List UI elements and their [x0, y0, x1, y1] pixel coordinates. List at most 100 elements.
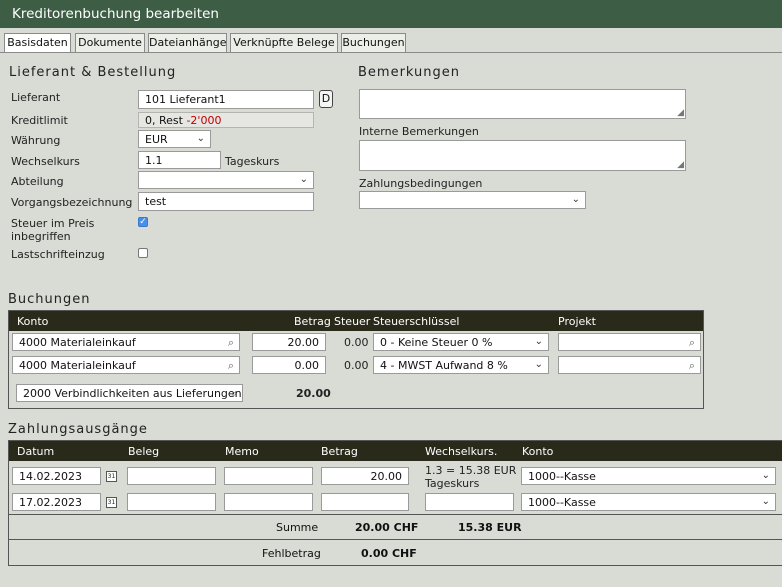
chevron-down-icon: ⌄ — [534, 359, 543, 370]
zahlung-konto-value: 1000--Kasse — [528, 496, 596, 509]
buchung-schluessel-value: 4 - MWST Aufwand 8 % — [380, 359, 508, 372]
intern-label: Interne Bemerkungen — [359, 125, 479, 138]
search-icon[interactable]: ⌕ — [689, 336, 695, 350]
waehrung-label: Währung — [11, 134, 61, 147]
zahlung-memo-input[interactable] — [224, 467, 313, 485]
chevron-down-icon: ⌄ — [299, 174, 308, 185]
section-title-lieferant: Lieferant & Bestellung — [9, 65, 177, 80]
resize-grip-icon[interactable]: ◢ — [677, 160, 684, 170]
abteilung-select[interactable]: ⌄ — [138, 171, 314, 189]
summe-eur: 15.38 EUR — [458, 521, 522, 534]
zahlung-betrag-input[interactable]: 20.00 — [321, 467, 409, 485]
search-icon[interactable]: ⌕ — [231, 387, 237, 401]
fehlbetrag-chf: 0.00 CHF — [361, 547, 417, 560]
kreditlimit-rest: -2'000 — [186, 114, 222, 127]
tab-verknuepfte-belege[interactable]: Verknüpfte Belege — [230, 33, 338, 52]
zahlungen-header: Datum Beleg Memo Betrag Wechselkurs. Kon… — [9, 441, 782, 461]
col-betrag: Betrag — [321, 445, 358, 458]
buchungen-total: 20.00 — [296, 387, 331, 400]
wechselkurs-label: Wechselkurs — [11, 155, 80, 168]
zahlung-konto-select[interactable]: 1000--Kasse ⌄ — [521, 467, 776, 485]
calendar-icon[interactable]: 31 — [106, 497, 117, 508]
waehrung-value: EUR — [145, 133, 168, 146]
zahlung-memo-input[interactable] — [224, 493, 313, 511]
buchung-betrag-input[interactable]: 20.00 — [252, 333, 326, 351]
buchung-projekt-input[interactable]: ⌕ — [558, 356, 701, 374]
buchung-schluessel-value: 0 - Keine Steuer 0 % — [380, 336, 493, 349]
resize-grip-icon[interactable]: ◢ — [677, 108, 684, 118]
section-title-bemerkungen: Bemerkungen — [358, 65, 461, 80]
buchung-steuerschluessel-select[interactable]: 0 - Keine Steuer 0 % ⌄ — [373, 333, 549, 351]
tab-divider — [0, 52, 782, 53]
buchung-konto-value: 4000 Materialeinkauf — [19, 359, 136, 372]
zahlungsbedingungen-select[interactable]: ⌄ — [359, 191, 586, 209]
section-title-zahlungen: Zahlungsausgänge — [8, 422, 148, 437]
buchung-konto-input[interactable]: 4000 Materialeinkauf ⌕ — [12, 333, 240, 351]
bemerkungen-textarea[interactable]: ◢ — [359, 89, 686, 119]
col-memo: Memo — [225, 445, 259, 458]
tageskurs-label: Tageskurs — [225, 155, 280, 168]
col-betrag: Betrag — [294, 315, 331, 328]
zahlung-beleg-input[interactable] — [127, 467, 216, 485]
search-icon[interactable]: ⌕ — [228, 336, 234, 350]
gegenkonto-value: 2000 Verbindlichkeiten aus Lieferungen u… — [23, 387, 243, 400]
window-title: Kreditorenbuchung bearbeiten — [0, 0, 782, 28]
lieferant-detail-button[interactable]: D — [319, 90, 333, 108]
lastschrift-checkbox[interactable] — [138, 248, 148, 258]
buchung-konto-value: 4000 Materialeinkauf — [19, 336, 136, 349]
calendar-icon[interactable]: 31 — [106, 471, 117, 482]
tab-dokumente[interactable]: Dokumente — [75, 33, 145, 52]
tab-buchungen[interactable]: Buchungen — [341, 33, 406, 52]
zahlung-kurs-input[interactable] — [425, 493, 514, 511]
buchung-steuerschluessel-select[interactable]: 4 - MWST Aufwand 8 % ⌄ — [373, 356, 549, 374]
zahlung-kurs-text: 1.3 = 15.38 EUR — [425, 464, 517, 477]
buchung-betrag-input[interactable]: 0.00 — [252, 356, 326, 374]
col-projekt: Projekt — [558, 315, 596, 328]
steuer-label-line1: Steuer im Preis — [11, 217, 95, 230]
col-beleg: Beleg — [128, 445, 160, 458]
kreditlimit-label: Kreditlimit — [11, 114, 68, 127]
summe-label: Summe — [276, 521, 319, 534]
zahlung-datum-input[interactable]: 17.02.2023 — [12, 493, 101, 511]
search-icon[interactable]: ⌕ — [228, 359, 234, 373]
col-steuerschluessel: Steuerschlüssel — [373, 315, 460, 328]
section-title-buchungen: Buchungen — [8, 292, 91, 307]
vorgang-label: Vorgangsbezeichnung — [11, 196, 133, 209]
zahlung-kurs-type: Tageskurs — [425, 477, 480, 490]
steuer-checkbox[interactable]: ✓ — [138, 217, 148, 227]
zahlung-beleg-input[interactable] — [127, 493, 216, 511]
summe-chf: 20.00 CHF — [355, 521, 419, 534]
steuer-label-line2: inbegriffen — [11, 230, 71, 243]
gegenkonto-input[interactable]: 2000 Verbindlichkeiten aus Lieferungen u… — [16, 384, 243, 402]
col-steuer: Steuer — [334, 315, 371, 328]
waehrung-select[interactable]: EUR ⌄ — [138, 130, 211, 148]
buchung-steuer-value: 0.00 — [344, 336, 369, 349]
buchung-steuer-value: 0.00 — [344, 359, 369, 372]
fehlbetrag-label: Fehlbetrag — [262, 547, 321, 560]
chevron-down-icon: ⌄ — [571, 194, 580, 205]
col-konto: Konto — [522, 445, 554, 458]
summary-divider — [9, 514, 782, 515]
search-icon[interactable]: ⌕ — [689, 359, 695, 373]
zahlung-label: Zahlungsbedingungen — [359, 177, 483, 190]
lastschrift-label: Lastschrifteinzug — [11, 248, 105, 261]
wechselkurs-input[interactable]: 1.1 — [138, 151, 221, 169]
col-konto: Konto — [17, 315, 49, 328]
zahlung-konto-value: 1000--Kasse — [528, 470, 596, 483]
zahlung-datum-input[interactable]: 14.02.2023 — [12, 467, 101, 485]
tab-basisdaten[interactable]: Basisdaten — [4, 33, 71, 53]
abteilung-label: Abteilung — [11, 175, 64, 188]
col-wechselkurs: Wechselkurs. — [425, 445, 498, 458]
buchungen-header: Konto Betrag Steuer Steuerschlüssel Proj… — [9, 311, 703, 331]
kreditlimit-field: 0, Rest -2'000 — [138, 112, 314, 128]
kreditlimit-value: 0, Rest — [145, 114, 187, 127]
tab-dateianhaenge[interactable]: Dateianhänge — [148, 33, 227, 52]
intern-textarea[interactable]: ◢ — [359, 140, 686, 171]
buchung-projekt-input[interactable]: ⌕ — [558, 333, 701, 351]
buchung-konto-input[interactable]: 4000 Materialeinkauf ⌕ — [12, 356, 240, 374]
col-datum: Datum — [17, 445, 55, 458]
lieferant-input[interactable]: 101 Lieferant1 — [138, 90, 314, 109]
vorgang-input[interactable]: test — [138, 192, 314, 211]
zahlung-betrag-input[interactable] — [321, 493, 409, 511]
zahlung-konto-select[interactable]: 1000--Kasse ⌄ — [521, 493, 776, 511]
